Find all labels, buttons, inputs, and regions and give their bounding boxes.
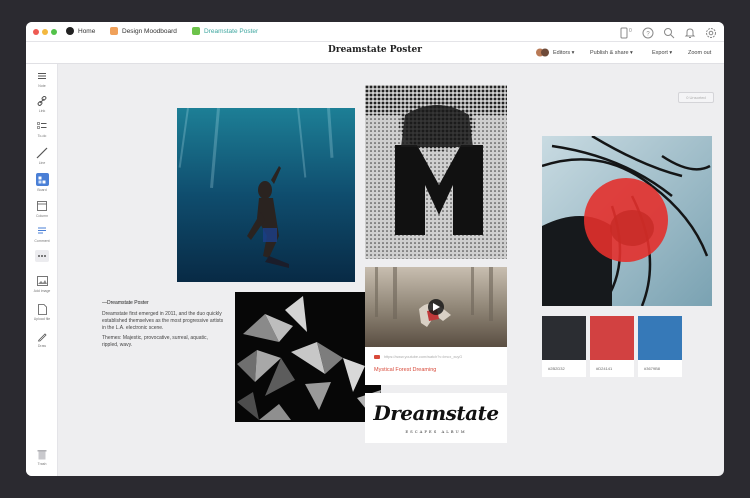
svg-text:?: ? xyxy=(646,32,650,38)
sidebar-item-trash[interactable]: Trash xyxy=(26,448,58,466)
upload-icon xyxy=(35,303,49,315)
sidebar-item-more[interactable] xyxy=(26,250,58,262)
top-bar: Home Design Moodboard Dreamstate Poster … xyxy=(26,22,724,42)
device-count: 0 xyxy=(629,28,632,34)
sidebar-item-upload-file[interactable]: Upload file xyxy=(26,303,58,321)
logo-card[interactable]: Dreamstate ESCAPES ALBUM xyxy=(365,393,507,443)
sidebar-item-line[interactable]: Line xyxy=(26,147,58,165)
settings-icon[interactable] xyxy=(705,26,717,38)
search-icon[interactable] xyxy=(663,26,675,39)
swatch-hex: #D24141 xyxy=(596,366,613,371)
breadcrumb-moodboard[interactable]: Design Moodboard xyxy=(110,27,177,35)
sidebar-item-todo[interactable]: To-do xyxy=(26,120,58,138)
export-menu[interactable]: Export ▾ xyxy=(652,50,672,56)
logo-wordmark: Dreamstate xyxy=(373,401,499,425)
note-paragraph: Dreamstate first emerged in 2011, and th… xyxy=(102,311,224,331)
more-icon xyxy=(35,250,49,262)
swatch-color xyxy=(638,316,682,360)
link-icon xyxy=(35,95,49,107)
breadcrumb-current[interactable]: Dreamstate Poster xyxy=(192,27,258,35)
board-icon xyxy=(110,27,118,35)
video-source: https://www.youtube.com/watch?v=lmcx_xuy… xyxy=(374,355,462,359)
column-icon xyxy=(35,200,49,212)
halftone-image[interactable] xyxy=(365,85,507,259)
zoom-out-button[interactable]: Zoom out xyxy=(688,50,711,56)
bell-icon[interactable] xyxy=(684,26,696,38)
image-icon xyxy=(35,275,49,287)
minimize-window-dot[interactable] xyxy=(42,29,48,35)
pen-icon xyxy=(35,330,49,342)
swatch-color xyxy=(542,316,586,360)
text-note[interactable]: —Dreamstate Poster Dreamstate first emer… xyxy=(102,300,224,352)
note-paragraph: Themes: Majestic, provocative, surreal, … xyxy=(102,335,208,348)
sidebar-item-comment[interactable]: Comment xyxy=(26,225,58,243)
line-icon xyxy=(35,147,49,159)
color-swatch[interactable]: #3679B8 xyxy=(638,316,682,377)
sidebar-item-note[interactable]: Note xyxy=(26,70,58,88)
sidebar-item-add-image[interactable]: Add image xyxy=(26,275,58,293)
video-url[interactable]: https://www.youtube.com/watch?v=lmcx_xuy… xyxy=(384,355,462,359)
app-window: Home Design Moodboard Dreamstate Poster … xyxy=(26,22,724,476)
youtube-icon xyxy=(374,355,380,359)
note-icon xyxy=(35,70,49,82)
todo-icon xyxy=(35,120,49,132)
board-icon xyxy=(35,173,49,186)
red-circle-portrait-image[interactable] xyxy=(542,136,712,306)
swatch-hex: #3679B8 xyxy=(644,366,661,371)
home-icon xyxy=(66,27,74,35)
sidebar-item-board[interactable]: Board xyxy=(26,173,58,192)
unsorted-button[interactable]: 0 Unsorted xyxy=(678,92,714,103)
help-icon[interactable]: ? xyxy=(642,26,654,39)
trash-icon xyxy=(35,448,49,460)
maximize-window-dot[interactable] xyxy=(51,29,57,35)
sidebar-item-draw[interactable]: Draw xyxy=(26,330,58,348)
board-icon xyxy=(192,27,200,35)
tool-sidebar: Note Link To-do Line Board Column Commen… xyxy=(26,64,58,476)
sidebar-item-column[interactable]: Column xyxy=(26,200,58,218)
swimmer-image[interactable] xyxy=(177,108,355,282)
device-icon[interactable]: 0 xyxy=(620,26,634,39)
color-swatch[interactable]: #2B2D32 xyxy=(542,316,586,377)
comment-icon xyxy=(35,225,49,237)
close-window-dot[interactable] xyxy=(33,29,39,35)
video-title[interactable]: Mystical Forest Dreaming xyxy=(374,367,436,373)
logo-subtitle: ESCAPES ALBUM xyxy=(405,429,467,434)
video-card[interactable]: https://www.youtube.com/watch?v=lmcx_xuy… xyxy=(365,267,507,385)
sidebar-item-link[interactable]: Link xyxy=(26,95,58,113)
swatch-color xyxy=(590,316,634,360)
breadcrumb-home[interactable]: Home xyxy=(66,27,95,35)
editors-menu[interactable]: Editors ▾ xyxy=(553,50,574,56)
video-thumbnail[interactable] xyxy=(365,267,507,347)
note-title: —Dreamstate Poster xyxy=(102,300,149,306)
publish-share-menu[interactable]: Publish & share ▾ xyxy=(590,50,633,56)
swatch-hex: #2B2D32 xyxy=(548,366,565,371)
color-swatch[interactable]: #D24141 xyxy=(590,316,634,377)
board-canvas[interactable]: 0 Unsorted —Dreamstate Poster Dreamstate… xyxy=(58,64,724,476)
avatar[interactable] xyxy=(536,48,549,57)
geometric-shapes-image[interactable] xyxy=(235,292,381,422)
document-toolbar: Dreamstate Poster Editors ▾ Publish & sh… xyxy=(26,42,724,64)
